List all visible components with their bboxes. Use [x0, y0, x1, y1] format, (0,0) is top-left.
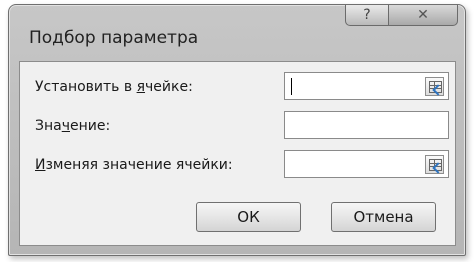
cancel-button[interactable]: Отмена: [331, 202, 436, 232]
to-value-input[interactable]: [284, 111, 449, 139]
set-cell-input[interactable]: [284, 72, 449, 100]
close-button[interactable]: ✕: [388, 5, 458, 26]
changing-cell-range-picker-button[interactable]: [425, 155, 444, 174]
ok-button[interactable]: ОК: [196, 202, 301, 232]
dialog-title: Подбор параметра: [29, 28, 199, 48]
question-icon: ?: [363, 7, 371, 23]
goal-seek-dialog: Подбор параметра ? ✕ Установить в ячейке…: [8, 4, 466, 256]
set-cell-label: Установить в ячейке:: [35, 79, 193, 95]
set-cell-range-picker-button[interactable]: [425, 77, 444, 96]
changing-cell-input[interactable]: [284, 150, 449, 178]
text-caret: [291, 78, 292, 95]
help-button[interactable]: ?: [345, 5, 389, 26]
to-value-label: Значение:: [35, 118, 111, 134]
dialog-body: Установить в ячейке: Значение: Изменяя з…: [19, 61, 456, 246]
close-icon: ✕: [417, 7, 429, 23]
changing-cell-label: Изменяя значение ячейки:: [35, 157, 233, 173]
